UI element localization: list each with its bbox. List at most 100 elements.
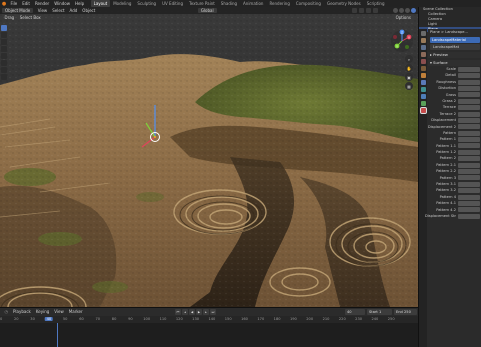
property-value-field[interactable] bbox=[458, 85, 480, 91]
gizmo-toggle-icon[interactable] bbox=[359, 8, 364, 13]
camera-view-icon[interactable]: ▣ bbox=[405, 73, 413, 81]
tab-scripting[interactable]: Scripting bbox=[364, 0, 388, 7]
navigation-gizmo[interactable]: X Y Z bbox=[390, 29, 414, 53]
annotate-tool-icon[interactable] bbox=[1, 67, 7, 73]
property-value-field[interactable] bbox=[458, 194, 480, 200]
property-value-field[interactable] bbox=[458, 79, 480, 85]
viewport-menu-select[interactable]: Select bbox=[50, 8, 67, 13]
property-value-field[interactable] bbox=[458, 98, 480, 104]
tab-layout[interactable]: Layout bbox=[90, 0, 111, 7]
visibility-icon[interactable] bbox=[352, 8, 357, 13]
render-tab-icon[interactable] bbox=[420, 38, 426, 43]
tab-rendering[interactable]: Rendering bbox=[266, 0, 292, 7]
property-value-field[interactable] bbox=[458, 92, 480, 98]
data-tab-icon[interactable] bbox=[420, 101, 426, 106]
tab-texture-paint[interactable]: Texture Paint bbox=[186, 0, 218, 7]
timeline-body[interactable] bbox=[0, 323, 418, 347]
menu-file[interactable]: File bbox=[8, 0, 20, 7]
prev-keyframe-icon[interactable]: ◂ bbox=[182, 309, 188, 315]
property-value-field[interactable] bbox=[458, 130, 480, 136]
play-icon[interactable]: ▶ bbox=[196, 309, 202, 315]
timeline-menu-view[interactable]: View bbox=[52, 308, 67, 316]
property-value-field[interactable] bbox=[458, 143, 480, 149]
property-value-field[interactable] bbox=[458, 149, 480, 155]
tab-animation[interactable]: Animation bbox=[240, 0, 266, 7]
perspective-toggle-icon[interactable]: ▦ bbox=[405, 82, 413, 90]
jump-end-icon[interactable]: ⏭ bbox=[210, 309, 216, 315]
menu-window[interactable]: Window bbox=[52, 0, 73, 7]
blender-logo-icon[interactable]: ● bbox=[0, 0, 8, 7]
property-value-field[interactable] bbox=[458, 156, 480, 162]
property-value-field[interactable] bbox=[458, 181, 480, 187]
xray-toggle-icon[interactable] bbox=[373, 8, 378, 13]
transform-tool-icon[interactable] bbox=[1, 60, 7, 66]
mode-selector[interactable]: Object Mode bbox=[2, 8, 34, 13]
zoom-icon[interactable]: ⌕ bbox=[405, 55, 413, 63]
world-tab-icon[interactable] bbox=[420, 66, 426, 71]
physics-tab-icon[interactable] bbox=[420, 94, 426, 99]
menu-edit[interactable]: Edit bbox=[20, 0, 33, 7]
wireframe-shading-icon[interactable] bbox=[393, 8, 398, 13]
tab-geometry-nodes[interactable]: Geometry Nodes bbox=[324, 0, 364, 7]
material-name-field[interactable]: LandscapeMat bbox=[430, 44, 480, 50]
cursor-tool-icon[interactable] bbox=[1, 32, 7, 38]
timeline-menu-marker[interactable]: Marker bbox=[66, 308, 85, 316]
orientation-selector[interactable]: Global bbox=[197, 8, 217, 13]
viewport-menu-view[interactable]: View bbox=[35, 8, 50, 13]
frame-ruler[interactable]: 10 20 30 40 50 60 70 80 90 100 110 120 130 140 150 160 1… bbox=[0, 316, 418, 323]
preview-section-header[interactable]: ▸ Preview bbox=[428, 52, 481, 58]
material-shading-icon[interactable] bbox=[405, 8, 410, 13]
property-value-field[interactable] bbox=[458, 111, 480, 117]
property-value-field[interactable] bbox=[458, 201, 480, 206]
particles-tab-icon[interactable] bbox=[420, 87, 426, 92]
property-value-field[interactable] bbox=[458, 137, 480, 143]
property-value-field[interactable] bbox=[458, 117, 480, 123]
scale-tool-icon[interactable] bbox=[1, 53, 7, 59]
timeline-editor[interactable]: ◷ Playback Keying View Marker ⏮ ◂ ◀ ▶ ▸ ⏭ 4… bbox=[0, 307, 418, 347]
play-reverse-icon[interactable]: ◀ bbox=[189, 309, 195, 315]
modifier-tab-icon[interactable] bbox=[420, 80, 426, 85]
property-value-field[interactable] bbox=[458, 124, 480, 130]
start-frame-field[interactable]: Start 1 bbox=[367, 309, 392, 315]
menu-render[interactable]: Render bbox=[32, 0, 51, 7]
property-value-field[interactable] bbox=[458, 105, 480, 111]
menu-help[interactable]: Help bbox=[72, 0, 86, 7]
properties-editor[interactable]: Plane > Landscape... LandscapeMaterial L… bbox=[419, 29, 481, 347]
tab-sculpting[interactable]: Sculpting bbox=[134, 0, 159, 7]
jump-start-icon[interactable]: ⏮ bbox=[175, 309, 181, 315]
tab-shading[interactable]: Shading bbox=[218, 0, 240, 7]
tool-tab-icon[interactable] bbox=[420, 31, 426, 36]
tab-modeling[interactable]: Modeling bbox=[110, 0, 134, 7]
tab-uv-editing[interactable]: UV Editing bbox=[159, 0, 186, 7]
output-tab-icon[interactable] bbox=[420, 45, 426, 50]
property-value-field[interactable] bbox=[458, 207, 480, 213]
viewport-menu-add[interactable]: Add bbox=[67, 8, 80, 13]
view-layer-tab-icon[interactable] bbox=[420, 52, 426, 57]
overlay-toggle-icon[interactable] bbox=[366, 8, 371, 13]
scene-tab-icon[interactable] bbox=[420, 59, 426, 64]
property-value-field[interactable] bbox=[458, 213, 480, 219]
solid-shading-icon[interactable] bbox=[399, 8, 404, 13]
material-tab-icon[interactable] bbox=[419, 107, 427, 114]
property-value-field[interactable] bbox=[458, 169, 480, 175]
3d-viewport[interactable]: Object Mode View Select Add Object Global D… bbox=[0, 7, 418, 307]
timeline-menu-keying[interactable]: Keying bbox=[33, 308, 51, 316]
pan-icon[interactable]: ✋ bbox=[405, 64, 413, 72]
property-value-field[interactable] bbox=[458, 66, 480, 72]
property-value-field[interactable] bbox=[458, 188, 480, 194]
viewport-menu-object[interactable]: Object bbox=[80, 8, 98, 13]
measure-tool-icon[interactable] bbox=[1, 74, 7, 80]
object-tab-icon[interactable] bbox=[420, 73, 426, 78]
select-tool-icon[interactable] bbox=[1, 25, 7, 31]
options-dropdown[interactable]: Options bbox=[392, 15, 414, 20]
timeline-menu-playback[interactable]: Playback bbox=[11, 308, 34, 316]
select-box-dropdown[interactable]: Select Box bbox=[16, 15, 44, 20]
clock-icon[interactable]: ◷ bbox=[2, 308, 11, 316]
property-value-field[interactable] bbox=[458, 175, 480, 181]
tab-compositing[interactable]: Compositing bbox=[293, 0, 324, 7]
material-slot[interactable]: LandscapeMaterial bbox=[430, 37, 480, 43]
playhead[interactable] bbox=[57, 323, 58, 347]
current-frame-field[interactable]: 40 bbox=[345, 309, 365, 315]
rotate-tool-icon[interactable] bbox=[1, 46, 7, 52]
rendered-shading-icon[interactable] bbox=[411, 8, 416, 13]
